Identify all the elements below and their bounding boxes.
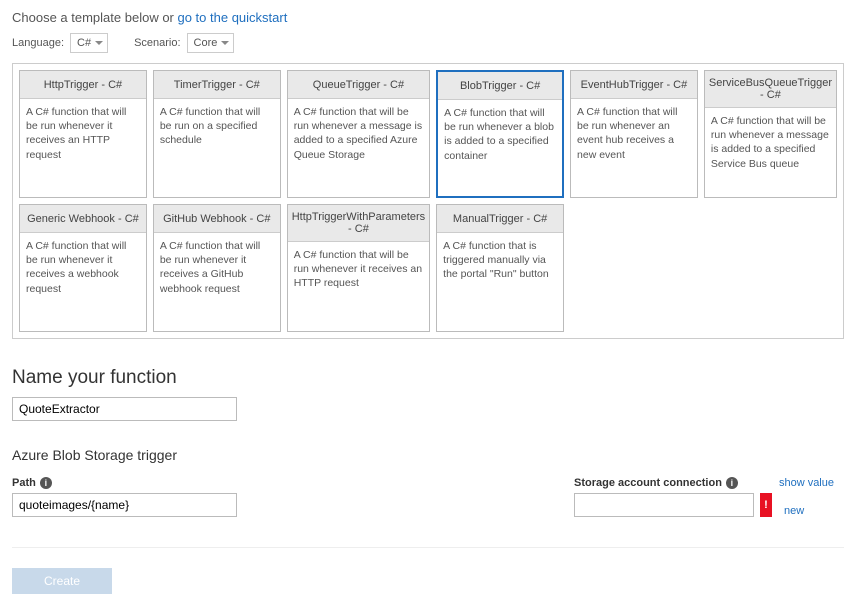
connection-input[interactable]: [574, 493, 754, 517]
template-desc: A C# function that will be run whenever …: [20, 233, 146, 302]
scenario-value: Core: [194, 37, 218, 49]
info-icon[interactable]: i: [40, 477, 52, 489]
create-button[interactable]: Create: [12, 568, 112, 594]
connection-label: Storage account connection: [574, 477, 722, 489]
template-desc: A C# function that will be run whenever …: [288, 99, 429, 168]
template-card[interactable]: HttpTrigger - C#A C# function that will …: [19, 70, 147, 198]
show-value-link[interactable]: show value: [779, 477, 834, 489]
template-card[interactable]: ManualTrigger - C#A C# function that is …: [436, 204, 564, 332]
template-title: Generic Webhook - C#: [20, 205, 146, 233]
trigger-heading: Azure Blob Storage trigger: [12, 447, 844, 463]
template-desc: A C# function that will be run whenever …: [705, 108, 836, 177]
templates-container: HttpTrigger - C#A C# function that will …: [12, 63, 844, 339]
template-card[interactable]: QueueTrigger - C#A C# function that will…: [287, 70, 430, 198]
path-input[interactable]: [12, 493, 237, 517]
template-card[interactable]: EventHubTrigger - C#A C# function that w…: [570, 70, 698, 198]
template-card[interactable]: GitHub Webhook - C#A C# function that wi…: [153, 204, 281, 332]
template-title: EventHubTrigger - C#: [571, 71, 697, 99]
filter-bar: Language: C# Scenario: Core: [12, 33, 844, 53]
new-connection-link[interactable]: new: [784, 505, 804, 517]
template-title: GitHub Webhook - C#: [154, 205, 280, 233]
function-name-input[interactable]: [12, 397, 237, 421]
template-desc: A C# function that will be run whenever …: [154, 233, 280, 302]
template-desc: A C# function that will be run whenever …: [20, 99, 146, 168]
info-icon[interactable]: i: [726, 477, 738, 489]
language-value: C#: [77, 37, 91, 49]
intro-prefix: Choose a template below or: [12, 10, 177, 25]
scenario-select[interactable]: Core: [187, 33, 235, 53]
template-card[interactable]: TimerTrigger - C#A C# function that will…: [153, 70, 281, 198]
template-title: BlobTrigger - C#: [438, 72, 562, 100]
template-desc: A C# function that will be run whenever …: [571, 99, 697, 168]
template-title: HttpTriggerWithParameters - C#: [288, 205, 429, 242]
quickstart-link[interactable]: go to the quickstart: [177, 10, 287, 25]
template-card[interactable]: Generic Webhook - C#A C# function that w…: [19, 204, 147, 332]
language-select[interactable]: C#: [70, 33, 108, 53]
template-desc: A C# function that is triggered manually…: [437, 233, 563, 288]
template-desc: A C# function that will be run whenever …: [288, 242, 429, 297]
template-card[interactable]: BlobTrigger - C#A C# function that will …: [436, 70, 564, 198]
template-desc: A C# function that will be run on a spec…: [154, 99, 280, 154]
error-icon: !: [760, 493, 772, 517]
language-label: Language:: [12, 37, 64, 49]
template-title: TimerTrigger - C#: [154, 71, 280, 99]
separator: [12, 547, 844, 548]
template-title: HttpTrigger - C#: [20, 71, 146, 99]
intro-text: Choose a template below or go to the qui…: [12, 10, 844, 25]
template-desc: A C# function that will be run whenever …: [438, 100, 562, 169]
template-card[interactable]: HttpTriggerWithParameters - C#A C# funct…: [287, 204, 430, 332]
scenario-label: Scenario:: [134, 37, 180, 49]
template-title: ManualTrigger - C#: [437, 205, 563, 233]
template-card[interactable]: ServiceBusQueueTrigger - C#A C# function…: [704, 70, 837, 198]
name-heading: Name your function: [12, 367, 844, 389]
path-label: Path: [12, 477, 36, 489]
template-title: QueueTrigger - C#: [288, 71, 429, 99]
template-title: ServiceBusQueueTrigger - C#: [705, 71, 836, 108]
